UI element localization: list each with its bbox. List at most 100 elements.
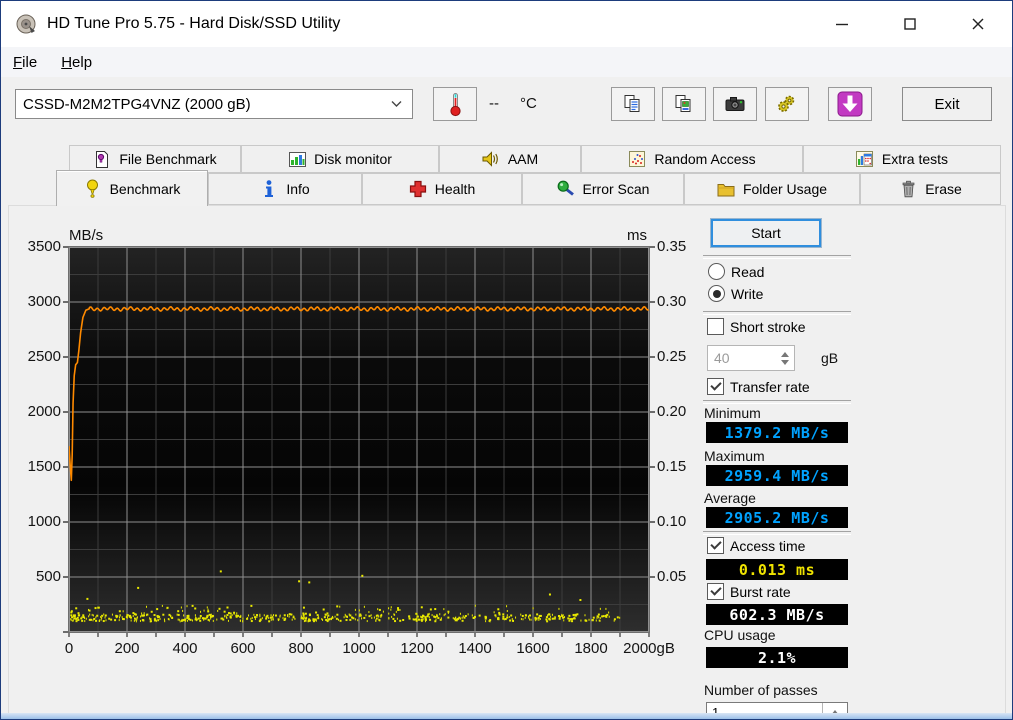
passes-label: Number of passes [704,682,818,698]
extra-tests-icon [856,150,874,168]
maximum-value-display: 2959.4 MB/s [706,465,848,486]
tab-label: Random Access [654,151,756,167]
error-scan-icon [557,180,575,198]
maximum-label: Maximum [704,448,765,464]
file-benchmark-icon [93,150,111,168]
tab-label: Folder Usage [742,181,828,197]
tab-aam[interactable]: AAM [439,145,581,173]
tab-benchmark[interactable]: Benchmark [56,170,208,206]
exit-button[interactable]: Exit [902,87,992,121]
tab-label: Extra tests [881,151,949,167]
aam-speaker-icon [482,150,500,168]
y-left-axis-unit: MB/s [69,227,104,244]
title-bar: HD Tune Pro 5.75 - Hard Disk/SSD Utility [1,1,1012,47]
close-button[interactable] [944,1,1012,47]
tab-info[interactable]: Info [208,173,362,205]
start-button[interactable]: Start [711,219,821,247]
burst-rate-label: Burst rate [730,583,791,600]
write-radio[interactable]: Write [708,285,763,302]
temperature-value: -- [489,95,499,112]
tab-row-primary: Benchmark Info Health Error Scan Folder … [56,170,1001,206]
average-label: Average [704,490,756,506]
y-left-tick-label: 500 [35,568,61,585]
capacity-unit-label: gB [821,350,839,366]
burst-rate-checkbox[interactable]: Burst rate [707,583,791,600]
read-radio[interactable]: Read [708,263,764,280]
x-tick-label: 1800 [574,640,608,657]
menu-file[interactable]: File [1,50,49,75]
health-icon [409,180,427,198]
y-left-tick-label: 3000 [27,293,61,310]
y-left-tick-label: 3500 [27,238,61,255]
average-value-display: 2905.2 MB/s [706,507,848,528]
tab-extra-tests[interactable]: Extra tests [803,145,1001,173]
arrow-down-icon [781,359,789,365]
tab-erase[interactable]: Erase [860,173,1001,205]
tab-disk-monitor[interactable]: Disk monitor [241,145,439,173]
x-tick-label: 600 [230,640,256,657]
camera-icon [725,97,745,111]
y-right-tick-label: 0.20 [657,403,687,420]
settings-button[interactable] [765,87,809,121]
capacity-value: 40 [714,350,730,366]
toolbar: CSSD-M2M2TPG4VNZ (2000 gB) -- °C Exit [1,77,1012,145]
maximize-icon [904,18,916,30]
minimum-value-display: 1379.2 MB/s [706,422,848,443]
exit-label: Exit [934,95,960,113]
x-tick-label: 1400 [458,640,492,657]
x-tick-label: 400 [172,640,198,657]
x-tick-label: 800 [288,640,314,657]
copy-text-icon [624,95,640,112]
transfer-rate-checkbox[interactable]: Transfer rate [707,378,810,395]
tab-label: Error Scan [582,181,650,197]
y-left-tick-label: 1000 [27,513,61,530]
separator [703,311,851,315]
checkbox-icon [707,318,724,335]
short-stroke-checkbox[interactable]: Short stroke [707,318,805,335]
checkbox-checked-icon [707,378,724,395]
x-tick-label: 0 [64,640,74,657]
stepper-arrows[interactable] [776,346,794,370]
menu-help[interactable]: Help [49,50,104,75]
temperature-button[interactable] [433,87,477,121]
drive-selector[interactable]: CSSD-M2M2TPG4VNZ (2000 gB) [15,89,413,119]
tab-random-access[interactable]: Random Access [581,145,803,173]
close-icon [972,18,984,30]
tab-row-secondary: File Benchmark Disk monitor AAM Random A… [69,145,1001,173]
chart-plot-area [63,246,655,637]
tab-health[interactable]: Health [362,173,522,205]
screenshot-button[interactable] [713,87,757,121]
x-tick-label: 200 [114,640,140,657]
info-icon [260,180,278,198]
tab-label: AAM [507,151,539,167]
checkbox-checked-icon [707,583,724,600]
capacity-stepper[interactable]: 40 [707,345,795,371]
access-time-checkbox[interactable]: Access time [707,537,805,554]
settings-icon [778,95,795,112]
tab-label: Erase [925,181,962,197]
update-download-icon [837,91,863,117]
tab-label: File Benchmark [119,151,217,167]
y-right-tick-label: 0.10 [657,513,687,530]
minimum-label: Minimum [704,405,761,421]
maximize-button[interactable] [876,1,944,47]
burst-rate-value-display: 602.3 MB/s [706,604,848,625]
update-button[interactable] [828,87,872,121]
copy-image-button[interactable] [662,87,706,121]
benchmark-controls: Start Read Write Short stroke 40 gB Tran… [701,206,871,719]
tab-file-benchmark[interactable]: File Benchmark [69,145,241,173]
y-right-tick-label: 0.25 [657,348,687,365]
thermometer-icon [450,93,461,117]
minimize-button[interactable] [808,1,876,47]
tab-label: Benchmark [109,180,181,197]
tab-error-scan[interactable]: Error Scan [522,173,684,205]
folder-usage-icon [717,180,735,198]
y-left-tick-label: 2000 [27,403,61,420]
random-access-icon [628,150,646,168]
benchmark-icon [84,179,102,198]
copy-text-button[interactable] [611,87,655,121]
separator [703,531,851,535]
minimize-icon [836,23,848,26]
tab-folder-usage[interactable]: Folder Usage [684,173,860,205]
cpu-usage-label: CPU usage [704,627,776,643]
